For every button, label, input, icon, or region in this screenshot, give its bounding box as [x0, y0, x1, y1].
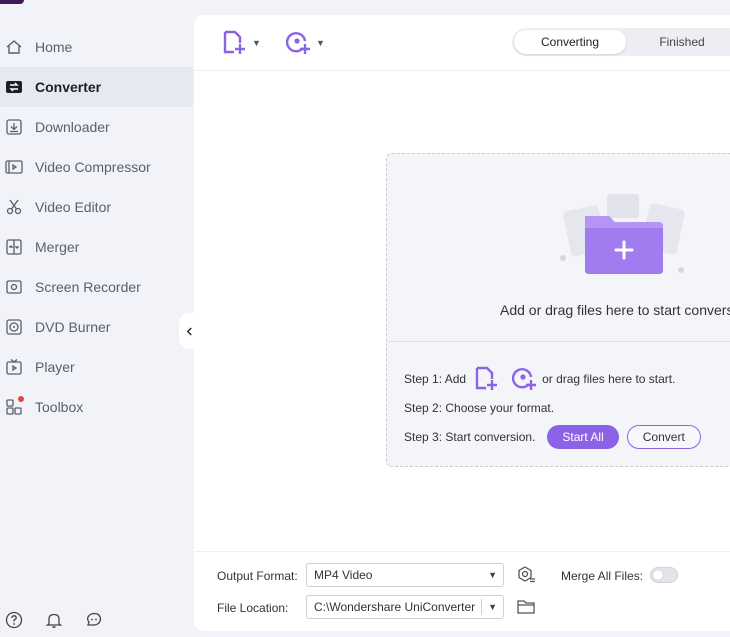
- sidebar-item-label: Video Editor: [35, 199, 112, 215]
- screen-recorder-icon: [5, 278, 23, 296]
- chevron-left-icon: [186, 326, 192, 336]
- select-divider: [481, 599, 482, 615]
- sidebar-item-video-compressor[interactable]: Video Compressor: [0, 147, 193, 187]
- add-files-button[interactable]: ▼: [222, 30, 261, 56]
- footer-bar: Output Format: MP4 Video ▼ Merge All Fil…: [194, 551, 730, 631]
- step-1-suffix: or drag files here to start.: [542, 372, 676, 386]
- merge-all-files-toggle[interactable]: [650, 567, 678, 583]
- notification-dot: [18, 396, 24, 402]
- folder-illustration-icon: [555, 192, 695, 287]
- sidebar-item-dvd-burner[interactable]: DVD Burner: [0, 307, 193, 347]
- file-location-label: File Location:: [217, 601, 289, 615]
- app-logo: [0, 0, 24, 4]
- drop-zone-header: Add or drag files here to start convers: [387, 154, 730, 342]
- sidebar-item-downloader[interactable]: Downloader: [0, 107, 193, 147]
- help-icon[interactable]: [5, 611, 23, 629]
- bell-icon[interactable]: [45, 611, 63, 629]
- sidebar-item-merger[interactable]: Merger: [0, 227, 193, 267]
- chevron-down-icon: ▼: [252, 38, 261, 48]
- step-1: Step 1: Add or drag files here to start.: [404, 366, 675, 392]
- sidebar-item-toolbox[interactable]: Toolbox: [0, 387, 193, 427]
- file-location-select[interactable]: C:\Wondershare UniConverter ▼: [306, 595, 504, 619]
- sidebar-item-video-editor[interactable]: Video Editor: [0, 187, 193, 227]
- format-settings-icon[interactable]: [516, 565, 536, 585]
- sidebar-item-converter[interactable]: Converter: [0, 67, 193, 107]
- video-compressor-icon: [5, 158, 23, 176]
- toolbox-icon: [5, 396, 24, 416]
- step-3: Step 3: Start conversion. Start All Conv…: [404, 425, 701, 449]
- output-format-label: Output Format:: [217, 569, 298, 583]
- downloader-icon: [5, 118, 23, 136]
- sidebar: Home Converter Downloader Video Compress…: [0, 0, 193, 637]
- scissors-icon: [5, 198, 23, 216]
- file-location-value: C:\Wondershare UniConverter: [314, 600, 476, 614]
- step-1-prefix: Step 1: Add: [404, 372, 467, 386]
- output-format-select[interactable]: MP4 Video ▼: [306, 563, 504, 587]
- sidebar-item-label: Player: [35, 359, 75, 375]
- file-drop-zone[interactable]: Add or drag files here to start convers …: [386, 153, 730, 467]
- drop-zone-prompt: Add or drag files here to start convers: [500, 302, 730, 318]
- step-2-text: Step 2: Choose your format.: [404, 401, 555, 415]
- sidebar-item-label: Video Compressor: [35, 159, 151, 175]
- toolbar: ▼ ▼ Converting Finished: [194, 15, 730, 71]
- home-icon: [5, 38, 23, 56]
- dvd-icon: [5, 318, 23, 336]
- sidebar-item-label: Toolbox: [35, 399, 84, 415]
- add-dvd-icon[interactable]: [512, 366, 538, 392]
- sidebar-item-label: Converter: [35, 79, 102, 95]
- step-2: Step 2: Choose your format.: [404, 401, 554, 415]
- sidebar-item-label: Downloader: [35, 119, 110, 135]
- tab-converting[interactable]: Converting: [514, 30, 626, 54]
- sidebar-item-screen-recorder[interactable]: Screen Recorder: [0, 267, 193, 307]
- add-dvd-button[interactable]: ▼: [286, 30, 325, 56]
- converter-icon: [5, 78, 23, 96]
- sidebar-item-label: Home: [35, 39, 73, 55]
- chevron-down-icon: ▼: [488, 602, 497, 612]
- feedback-icon[interactable]: [85, 611, 103, 629]
- start-all-button[interactable]: Start All: [547, 425, 619, 449]
- sidebar-item-label: Merger: [35, 239, 80, 255]
- add-dvd-icon: [286, 32, 310, 54]
- sidebar-item-label: Screen Recorder: [35, 279, 141, 295]
- output-format-value: MP4 Video: [314, 568, 373, 582]
- sidebar-item-label: DVD Burner: [35, 319, 111, 335]
- chevron-down-icon: ▼: [316, 38, 325, 48]
- player-icon: [5, 358, 23, 376]
- status-tabs: Converting Finished: [512, 28, 730, 56]
- merge-all-files-label: Merge All Files:: [561, 569, 644, 583]
- tab-finished[interactable]: Finished: [626, 30, 730, 54]
- merger-icon: [5, 238, 23, 256]
- folder-icon[interactable]: [516, 598, 536, 616]
- main-panel: ▼ ▼ Converting Finished Add or drag file…: [194, 15, 730, 631]
- step-3-text: Step 3: Start conversion.: [404, 430, 536, 444]
- sidebar-item-player[interactable]: Player: [0, 347, 193, 387]
- add-file-icon[interactable]: [474, 366, 500, 392]
- toggle-knob: [653, 570, 663, 580]
- chevron-down-icon: ▼: [488, 570, 497, 580]
- sidebar-collapse-button[interactable]: [179, 313, 199, 349]
- convert-button[interactable]: Convert: [626, 425, 701, 449]
- sidebar-item-home[interactable]: Home: [0, 27, 193, 67]
- add-file-icon: [223, 30, 245, 54]
- sidebar-bottom-icons: [5, 611, 103, 629]
